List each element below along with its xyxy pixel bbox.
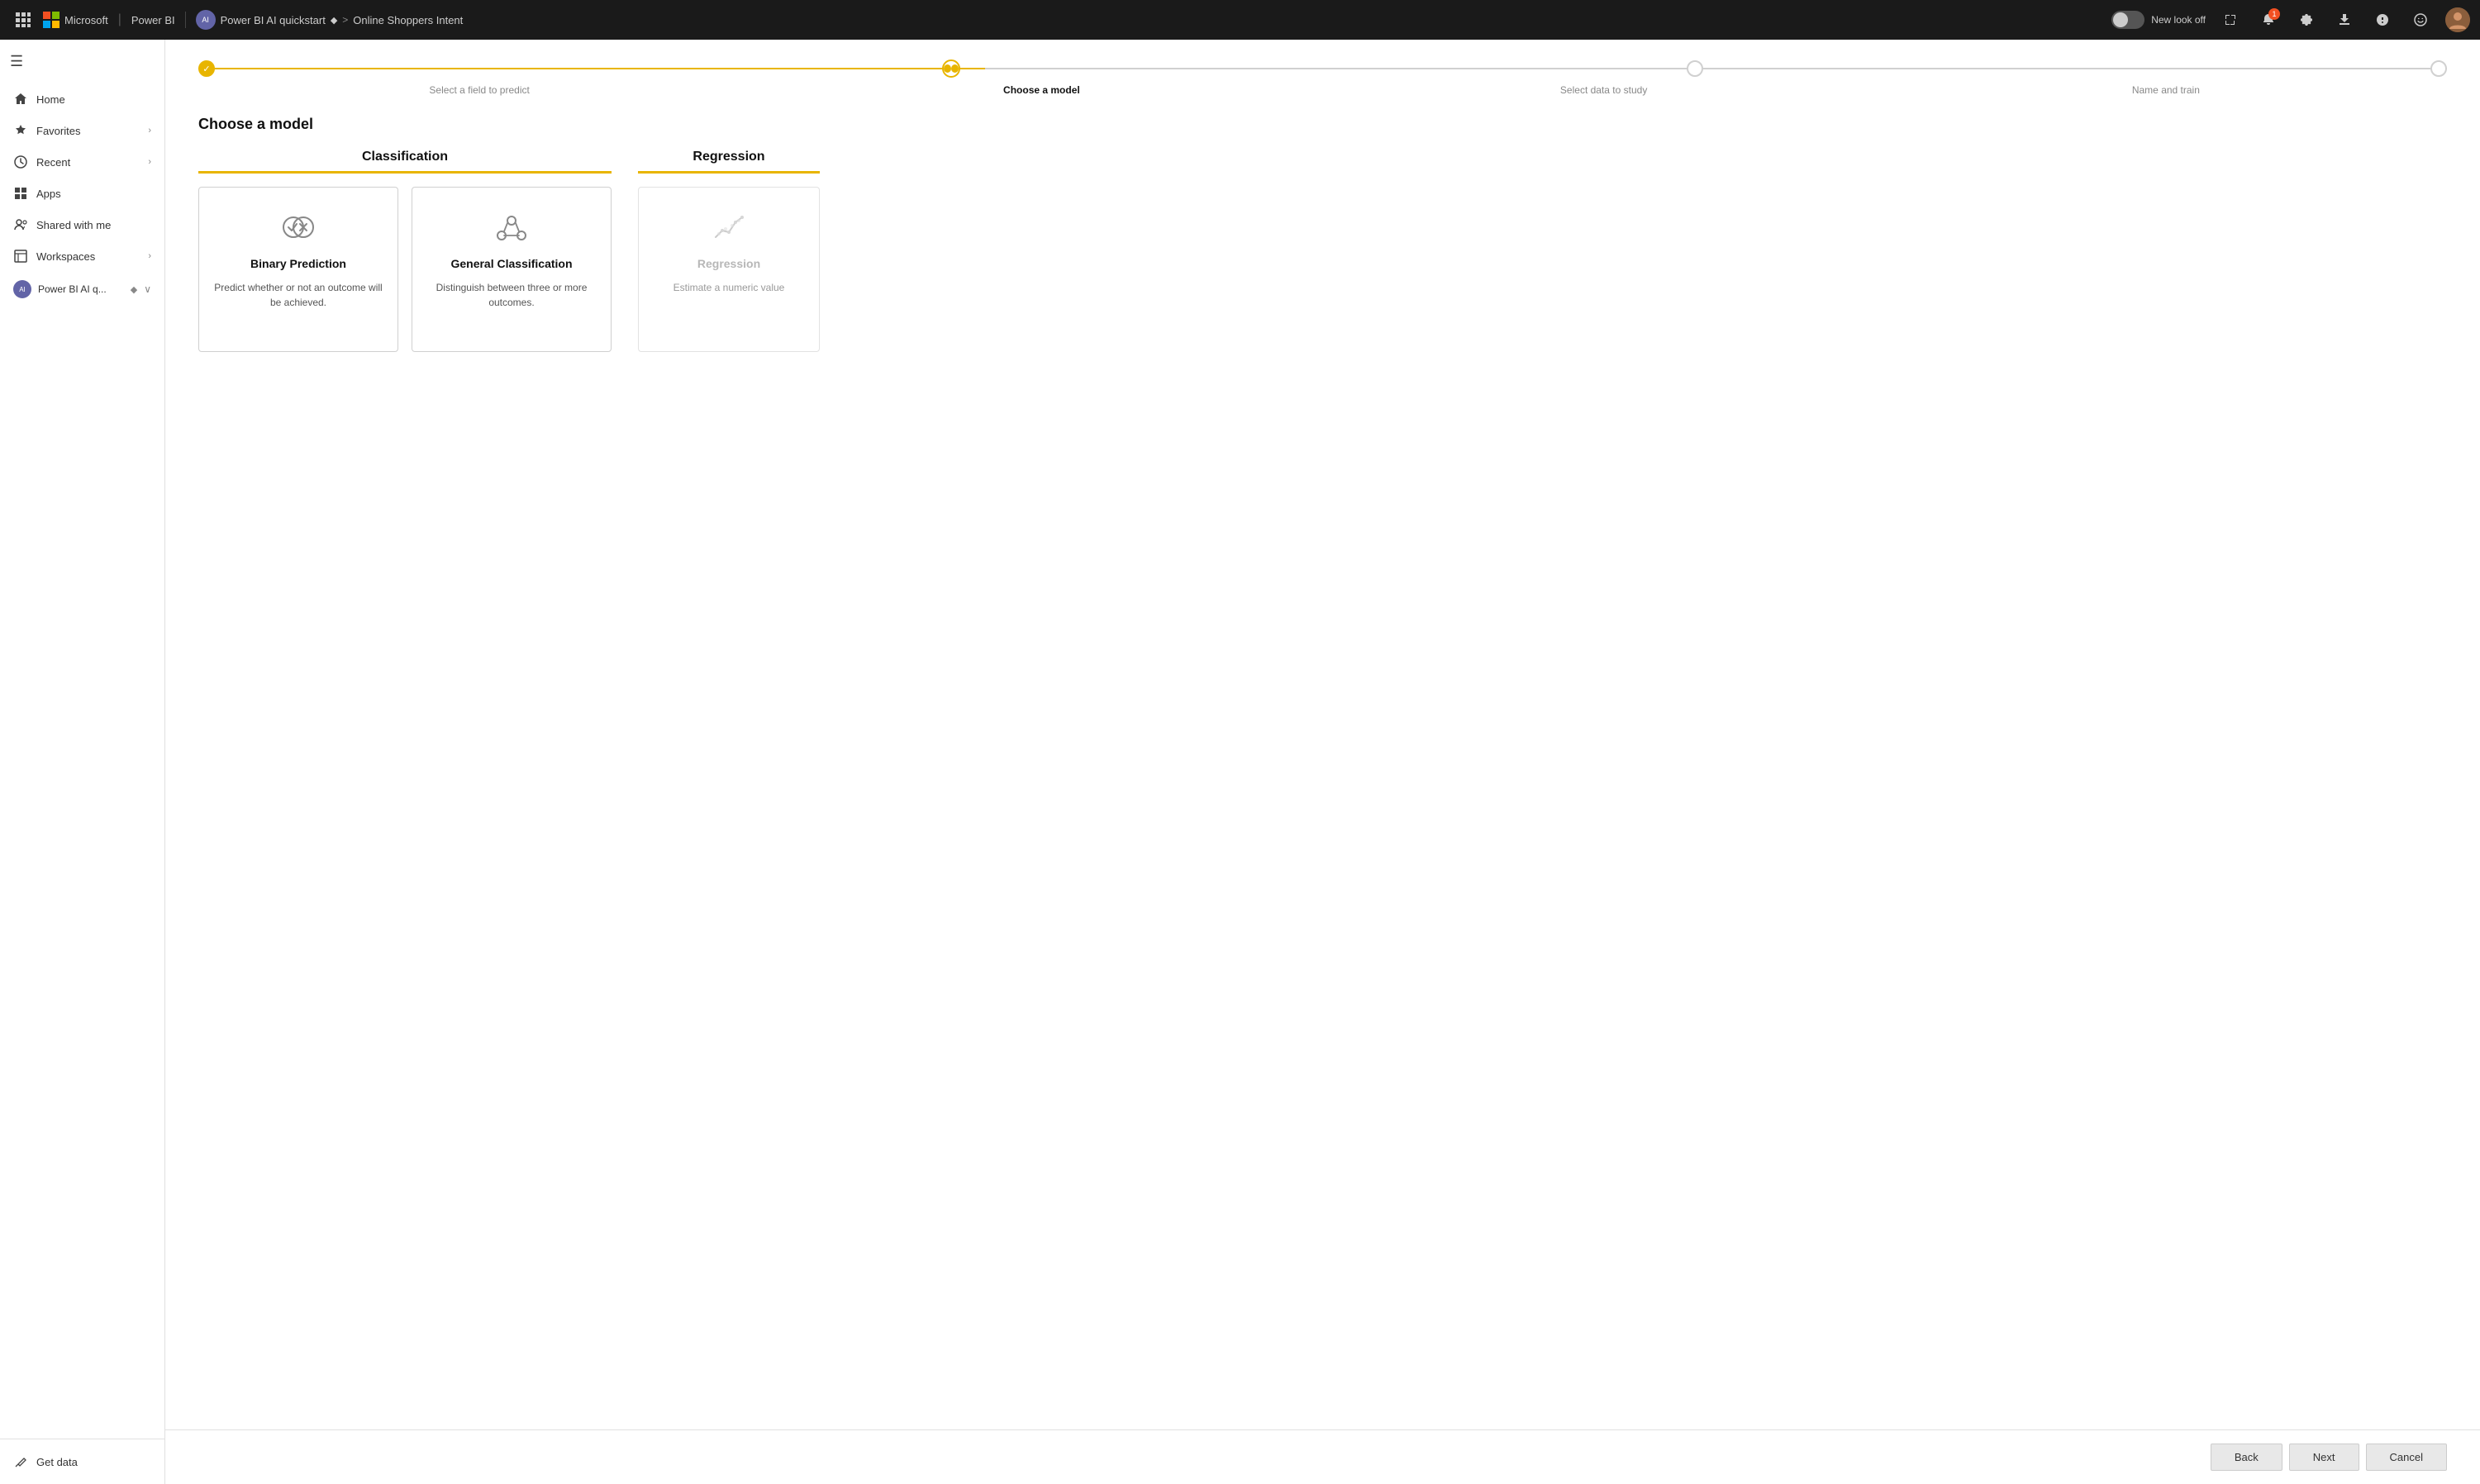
- page-title-area: Choose a model: [165, 109, 2480, 150]
- regression-model-desc: Estimate a numeric value: [674, 280, 785, 295]
- cancel-button[interactable]: Cancel: [2366, 1444, 2447, 1471]
- step-dot-1: ✓: [198, 60, 215, 77]
- top-navigation: Microsoft | Power BI AI Power BI AI quic…: [0, 0, 2480, 40]
- sidebar-label-home: Home: [36, 93, 151, 106]
- step-label-2: Choose a model: [760, 84, 1322, 96]
- step-dot-4: [2430, 60, 2447, 77]
- bottom-bar: Back Next Cancel: [165, 1429, 2480, 1484]
- breadcrumb: AI Power BI AI quickstart ◆ > Online Sho…: [196, 10, 464, 30]
- sidebar-item-shared[interactable]: Shared with me: [0, 209, 164, 240]
- classification-section: Classification: [198, 150, 612, 352]
- sidebar-item-home[interactable]: Home: [0, 83, 164, 115]
- breadcrumb-arrow: >: [342, 14, 348, 26]
- workspaces-icon: [13, 249, 28, 264]
- sidebar: ☰ Home Favorites › Recent ›: [0, 40, 165, 1484]
- sidebar-label-workspaces: Workspaces: [36, 250, 140, 263]
- workspace-chevron-icon: ∨: [144, 283, 151, 295]
- new-look-label: New look off: [2151, 14, 2206, 26]
- general-classification-title: General Classification: [450, 257, 572, 270]
- steps-line: ✓: [198, 59, 2447, 78]
- sidebar-item-favorites[interactable]: Favorites ›: [0, 115, 164, 146]
- app-name-label: Power BI: [131, 14, 175, 26]
- download-icon[interactable]: [2331, 7, 2358, 33]
- binary-prediction-desc: Predict whether or not an outcome will b…: [212, 280, 384, 310]
- model-content: Classification: [165, 150, 2480, 1429]
- waffle-menu-icon[interactable]: [10, 7, 36, 33]
- settings-icon[interactable]: [2293, 7, 2320, 33]
- sidebar-workspace-item[interactable]: AI Power BI AI q... ◆ ∨: [0, 272, 164, 307]
- favorites-chevron-icon: ›: [148, 126, 151, 136]
- expand-icon[interactable]: [2217, 7, 2244, 33]
- back-button[interactable]: Back: [2211, 1444, 2282, 1471]
- regression-title: Regression: [638, 150, 820, 174]
- workspace-name: Power BI AI q...: [38, 283, 122, 295]
- top-nav-right: New look off 1: [2111, 7, 2470, 33]
- workspace-avatar: AI: [13, 280, 31, 298]
- recent-icon: [13, 155, 28, 169]
- notifications-icon[interactable]: 1: [2255, 7, 2282, 33]
- sidebar-label-shared: Shared with me: [36, 219, 151, 231]
- sidebar-item-get-data[interactable]: Get data: [0, 1446, 164, 1477]
- step-label-1: Select a field to predict: [198, 84, 760, 96]
- general-classification-icon: [492, 207, 531, 247]
- sidebar-item-recent[interactable]: Recent ›: [0, 146, 164, 178]
- sidebar-bottom: Get data: [0, 1439, 164, 1484]
- main-layout: ☰ Home Favorites › Recent ›: [0, 40, 2480, 1484]
- breadcrumb-workspace[interactable]: Power BI AI quickstart: [221, 14, 326, 26]
- sidebar-label-favorites: Favorites: [36, 125, 140, 137]
- content-area: ✓ Select a field to predict Choose a mod…: [165, 40, 2480, 1484]
- microsoft-logo: Microsoft | Power BI: [43, 12, 186, 28]
- model-card-binary[interactable]: Binary Prediction Predict whether or not…: [198, 187, 398, 352]
- classification-cards-row: Binary Prediction Predict whether or not…: [198, 187, 612, 352]
- help-icon[interactable]: [2369, 7, 2396, 33]
- sidebar-label-recent: Recent: [36, 156, 140, 169]
- regression-cards-row: Regression Estimate a numeric value: [638, 187, 820, 352]
- step-label-4: Name and train: [1885, 84, 2447, 96]
- classification-title: Classification: [198, 150, 612, 174]
- workspaces-chevron-icon: ›: [148, 251, 151, 261]
- binary-prediction-icon: [278, 207, 318, 247]
- regression-model-title: Regression: [697, 257, 760, 270]
- new-look-toggle[interactable]: New look off: [2111, 11, 2206, 29]
- home-icon: [13, 92, 28, 107]
- regression-section: Regression: [638, 150, 820, 352]
- workspace-icon: AI: [196, 10, 216, 30]
- step-dot-3: [1687, 60, 1703, 77]
- user-avatar[interactable]: [2445, 7, 2470, 32]
- get-data-icon: [13, 1454, 28, 1469]
- sidebar-item-apps[interactable]: Apps: [0, 178, 164, 209]
- step-label-3: Select data to study: [1323, 84, 1885, 96]
- toggle-switch[interactable]: [2111, 11, 2144, 29]
- recent-chevron-icon: ›: [148, 157, 151, 167]
- model-card-general[interactable]: General Classification Distinguish betwe…: [412, 187, 612, 352]
- breadcrumb-diamond: ◆: [331, 15, 337, 26]
- page-title: Choose a model: [198, 116, 2447, 133]
- regression-icon: [709, 207, 749, 247]
- favorites-icon: [13, 123, 28, 138]
- step-dot-2: [942, 59, 960, 78]
- wizard-steps: ✓ Select a field to predict Choose a mod…: [165, 40, 2480, 109]
- microsoft-label: Microsoft: [64, 14, 108, 26]
- workspace-diamond-icon: ◆: [131, 284, 137, 295]
- apps-icon: [13, 186, 28, 201]
- sidebar-toggle-icon[interactable]: ☰: [0, 40, 164, 83]
- general-classification-desc: Distinguish between three or more outcom…: [426, 280, 597, 310]
- feedback-icon[interactable]: [2407, 7, 2434, 33]
- sidebar-label-apps: Apps: [36, 188, 151, 200]
- steps-labels: Select a field to predict Choose a model…: [198, 84, 2447, 96]
- shared-icon: [13, 217, 28, 232]
- model-card-regression: Regression Estimate a numeric value: [638, 187, 820, 352]
- next-button[interactable]: Next: [2289, 1444, 2359, 1471]
- sidebar-label-get-data: Get data: [36, 1456, 151, 1468]
- notification-badge: 1: [2268, 8, 2280, 20]
- categories-row: Classification: [198, 150, 2447, 352]
- binary-prediction-title: Binary Prediction: [250, 257, 346, 270]
- breadcrumb-page: Online Shoppers Intent: [353, 14, 463, 26]
- sidebar-item-workspaces[interactable]: Workspaces ›: [0, 240, 164, 272]
